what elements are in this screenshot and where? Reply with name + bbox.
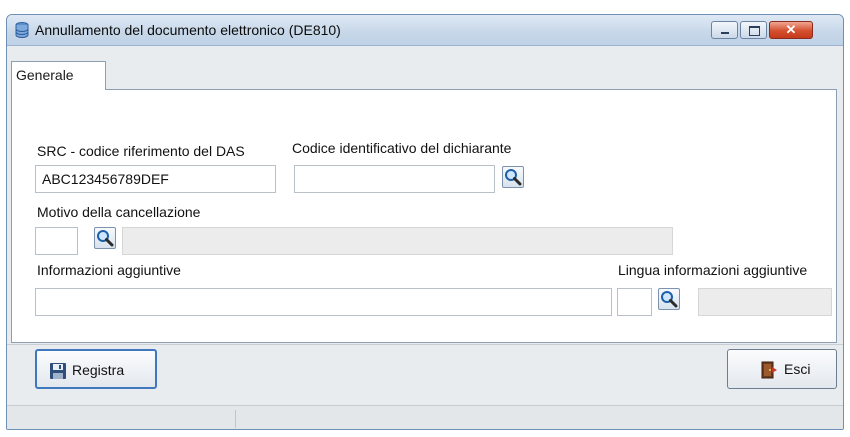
- codice-dichiarante-field[interactable]: [294, 165, 495, 193]
- esci-label: Esci: [784, 361, 811, 377]
- registra-button[interactable]: Registra: [35, 349, 157, 389]
- registra-label: Registra: [72, 362, 125, 378]
- tab-generale[interactable]: Generale: [11, 61, 106, 90]
- close-icon: ✕: [785, 22, 797, 37]
- motivo-description-field: [122, 227, 673, 255]
- magnifier-icon: [661, 291, 678, 308]
- info-aggiuntive-field[interactable]: [35, 288, 612, 316]
- lingua-code-field[interactable]: [617, 288, 652, 316]
- dialog-window: Annullamento del documento elettronico (…: [6, 14, 844, 430]
- divider: [7, 344, 843, 345]
- motivo-code-field[interactable]: [35, 227, 78, 255]
- lingua-label: Lingua informazioni aggiuntive: [618, 262, 808, 278]
- status-separator: [235, 410, 236, 428]
- motivo-label: Motivo della cancellazione: [37, 204, 201, 220]
- close-button[interactable]: ✕: [769, 21, 813, 39]
- title-bar[interactable]: Annullamento del documento elettronico (…: [7, 15, 843, 46]
- esci-button[interactable]: Esci: [727, 349, 837, 389]
- lingua-lookup-button[interactable]: [658, 288, 680, 310]
- info-aggiuntive-label: Informazioni aggiuntive: [37, 262, 181, 278]
- codice-dichiarante-lookup-button[interactable]: [502, 166, 524, 188]
- maximize-button[interactable]: [740, 21, 767, 39]
- tab-label: Generale: [16, 67, 74, 83]
- motivo-lookup-button[interactable]: [94, 227, 116, 249]
- src-field[interactable]: [35, 165, 276, 193]
- database-icon: [15, 22, 29, 38]
- magnifier-icon: [97, 230, 114, 247]
- window-title: Annullamento del documento elettronico (…: [35, 22, 341, 38]
- exit-door-icon: [761, 361, 777, 379]
- codice-dichiarante-label: Codice identificativo del dichiarante: [292, 140, 512, 156]
- lingua-description-field: [698, 288, 832, 316]
- floppy-disk-icon: [50, 363, 66, 379]
- status-bar: [7, 405, 843, 429]
- magnifier-icon: [505, 169, 522, 186]
- minimize-button[interactable]: [711, 21, 738, 39]
- tab-panel-generale: SRC - codice riferimento del DAS Codice …: [11, 89, 837, 343]
- src-label: SRC - codice riferimento del DAS: [37, 143, 245, 159]
